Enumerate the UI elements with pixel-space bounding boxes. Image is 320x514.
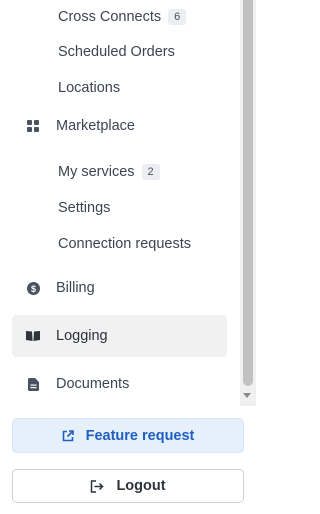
nav-item-label: My services xyxy=(58,164,135,180)
logout-label: Logout xyxy=(116,478,166,494)
nav-item-label: Logging xyxy=(56,328,108,344)
document-icon xyxy=(26,377,40,391)
nav-item-connection-requests[interactable]: Connection requests xyxy=(12,227,227,261)
count-badge: 2 xyxy=(141,164,160,180)
book-open-icon xyxy=(26,329,40,343)
nav-item-marketplace[interactable]: Marketplace xyxy=(12,109,227,143)
feature-request-label: Feature request xyxy=(85,427,195,444)
scrollbar-thumb[interactable] xyxy=(243,0,253,386)
nav-item-label: Cross Connects xyxy=(58,9,162,25)
count-badge: 6 xyxy=(168,9,187,25)
external-link-icon xyxy=(62,429,74,442)
nav-item-my-services[interactable]: My services 2 xyxy=(12,155,227,189)
feature-request-button[interactable]: Feature request xyxy=(12,418,244,453)
nav-item-label: Documents xyxy=(56,376,130,392)
logout-icon xyxy=(90,479,104,493)
grid-icon xyxy=(26,119,40,133)
nav-item-settings[interactable]: Settings xyxy=(12,191,227,225)
nav-item-locations[interactable]: Locations xyxy=(12,71,227,105)
svg-text:$: $ xyxy=(30,284,35,294)
nav-item-label: Settings xyxy=(58,200,111,216)
sidebar-nav: Cross Connects 6 Scheduled Orders Locati… xyxy=(0,0,256,406)
scrollbar[interactable] xyxy=(240,0,256,406)
nav-item-cross-connects[interactable]: Cross Connects 6 xyxy=(12,0,227,34)
nav-item-logging[interactable]: Logging xyxy=(12,315,227,357)
sidebar: Cross Connects 6 Scheduled Orders Locati… xyxy=(0,0,260,514)
dollar-circle-icon: $ xyxy=(26,281,40,295)
nav-item-billing[interactable]: $ Billing xyxy=(12,271,227,305)
nav-item-label: Connection requests xyxy=(58,236,191,252)
nav-item-label: Scheduled Orders xyxy=(58,44,175,60)
nav-item-documents[interactable]: Documents xyxy=(12,367,227,401)
logout-button[interactable]: Logout xyxy=(12,469,244,503)
nav-item-label: Locations xyxy=(58,80,121,96)
nav-item-label: Billing xyxy=(56,280,95,296)
nav-item-scheduled-orders[interactable]: Scheduled Orders xyxy=(12,35,227,69)
nav-item-label: Marketplace xyxy=(56,118,135,134)
scroll-down-arrow-icon[interactable] xyxy=(243,393,251,398)
